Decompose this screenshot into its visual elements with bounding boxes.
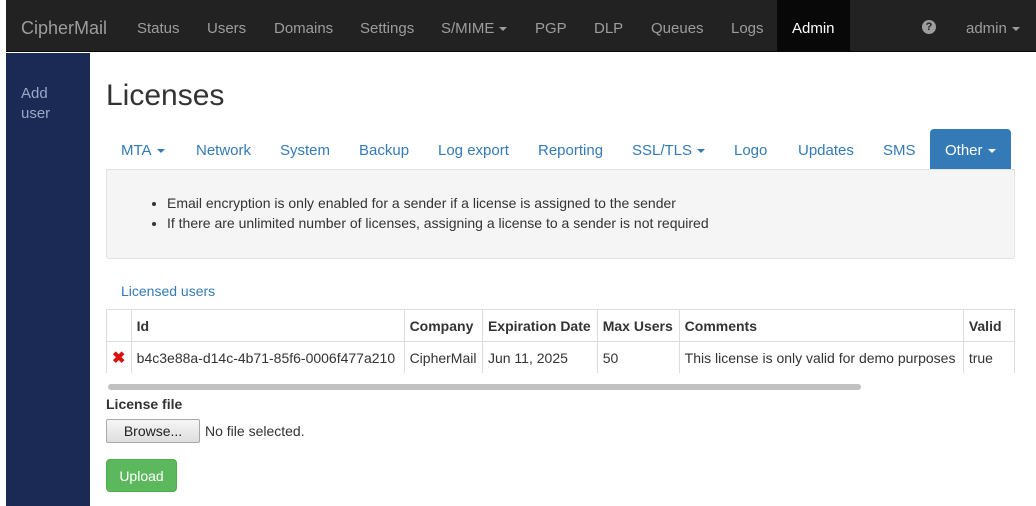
file-status-text: No file selected. (205, 423, 305, 439)
tab-network[interactable]: Network (196, 129, 251, 169)
license-valid: true (962, 341, 1015, 373)
license-table: Id Company Expiration Date Max Users Com… (106, 309, 1015, 373)
license-expiration-date: Jun 11, 2025 (481, 341, 598, 373)
column-header-expiration-date: Expiration Date (481, 309, 598, 342)
tab-system[interactable]: System (280, 129, 330, 169)
upload-button[interactable]: Upload (106, 459, 177, 492)
tab-reporting[interactable]: Reporting (538, 129, 603, 169)
settings-tabs: MTA Network System Backup Log export Rep… (106, 129, 1015, 169)
sidebar-item-add-user[interactable]: Add user (21, 84, 81, 124)
nav-settings[interactable]: Settings (360, 0, 414, 52)
caret-down-icon (1011, 27, 1020, 32)
info-list: Email encryption is only enabled for a s… (167, 193, 709, 233)
tab-backup[interactable]: Backup (359, 129, 409, 169)
nav-domains[interactable]: Domains (274, 0, 333, 52)
nav-smime-label: S/MIME (441, 20, 495, 37)
column-header-id: Id (130, 309, 405, 342)
licensed-users-link[interactable]: Licensed users (121, 283, 215, 299)
nav-dlp[interactable]: DLP (594, 0, 623, 52)
license-file-label: License file (106, 396, 183, 412)
license-table-container: Id Company Expiration Date Max Users Com… (106, 309, 1015, 373)
info-panel: Email encryption is only enabled for a s… (106, 169, 1015, 259)
nav-smime[interactable]: S/MIME (441, 0, 508, 52)
delete-x-icon[interactable]: ✖ (112, 350, 125, 367)
tab-ssl-tls[interactable]: SSL/TLS (632, 129, 706, 169)
browse-button[interactable]: Browse... (106, 419, 200, 443)
page-title: Licenses (106, 79, 225, 112)
license-id: b4c3e88a-d14c-4b71-85f6-0006f477a210 (130, 341, 405, 373)
column-header-company: Company (403, 309, 483, 342)
license-company: CipherMail (403, 341, 483, 373)
nav-logs[interactable]: Logs (731, 0, 764, 52)
top-navbar: CipherMail Status Users Domains Settings… (6, 0, 1036, 52)
tab-other[interactable]: Other (930, 129, 1011, 169)
user-menu-label: admin (966, 20, 1007, 37)
column-header-actions (106, 309, 132, 342)
nav-queues[interactable]: Queues (651, 0, 704, 52)
tab-updates[interactable]: Updates (798, 129, 854, 169)
license-max-users: 50 (596, 341, 680, 373)
column-header-valid: Valid (962, 309, 1015, 342)
tab-other-label: Other (945, 142, 983, 159)
table-header-row: Id Company Expiration Date Max Users Com… (106, 309, 1015, 342)
tab-mta-label: MTA (121, 142, 152, 159)
tab-log-export[interactable]: Log export (438, 129, 509, 169)
nav-pgp[interactable]: PGP (535, 0, 567, 52)
nav-admin[interactable]: Admin (777, 0, 850, 52)
caret-down-icon (697, 149, 706, 154)
tab-logo[interactable]: Logo (734, 129, 767, 169)
caret-down-icon (987, 149, 996, 154)
caret-down-icon (499, 27, 508, 32)
sidebar: Add user (6, 53, 90, 506)
tab-ssl-tls-label: SSL/TLS (632, 142, 693, 159)
brand-logo[interactable]: CipherMail (21, 0, 107, 52)
tab-sms[interactable]: SMS (883, 129, 916, 169)
caret-down-icon (156, 149, 165, 154)
license-comments: This license is only valid for demo purp… (678, 341, 964, 373)
table-horizontal-scrollbar[interactable] (108, 384, 861, 390)
tab-mta[interactable]: MTA (121, 129, 165, 169)
delete-cell: ✖ (106, 341, 132, 373)
question-circle-icon[interactable]: ? (922, 20, 936, 34)
info-item: Email encryption is only enabled for a s… (167, 193, 709, 213)
nav-status[interactable]: Status (137, 0, 180, 52)
column-header-max-users: Max Users (596, 309, 680, 342)
info-item: If there are unlimited number of license… (167, 213, 709, 233)
nav-users[interactable]: Users (207, 0, 246, 52)
user-menu[interactable]: admin (966, 0, 1020, 52)
table-row: ✖ b4c3e88a-d14c-4b71-85f6-0006f477a210 C… (106, 341, 1015, 373)
column-header-comments: Comments (678, 309, 964, 342)
